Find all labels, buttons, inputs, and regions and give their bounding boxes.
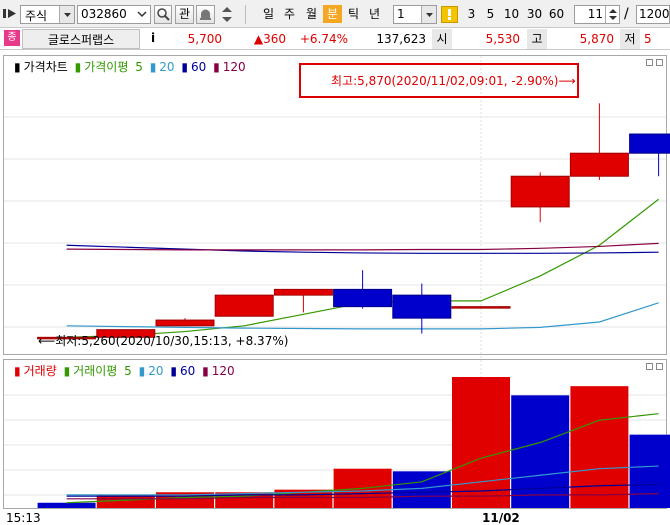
volume-ma-title: 거래이평 <box>73 364 118 378</box>
interval-60-button[interactable]: 60 <box>546 5 567 23</box>
volume-ma-5: 5 <box>124 364 132 378</box>
bell-icon <box>200 9 211 20</box>
interval-value: 1 <box>397 7 405 21</box>
volume-legend-title: 거래량 <box>23 364 57 378</box>
period-day[interactable]: 일 <box>259 5 278 23</box>
chevron-down-icon[interactable] <box>421 6 436 23</box>
interval-10-button[interactable]: 10 <box>501 5 522 23</box>
open-label: 시 <box>432 29 452 49</box>
search-button[interactable] <box>154 5 172 24</box>
interval-3-button[interactable]: 3 <box>462 5 481 23</box>
price-ma-60: 60 <box>191 60 207 74</box>
price-chart-panel[interactable]: ▮ 가격차트 ▮ 가격이평 5 ▮ 20 ▮ 60 ▮ 120 <box>3 55 667 355</box>
period-week[interactable]: 주 <box>280 5 299 23</box>
price-change-pct: +6.74% <box>299 32 348 46</box>
market-select-value: 주식 <box>25 9 48 23</box>
period-minute[interactable]: 분 <box>323 5 342 23</box>
updown-stepper[interactable] <box>218 5 236 24</box>
chevron-down-icon[interactable] <box>136 6 148 23</box>
total-count-input[interactable]: 1200 <box>636 5 670 24</box>
low-price: 5 <box>644 32 652 46</box>
panel-minimize-icon[interactable] <box>646 363 653 370</box>
price-ma-title: 가격이평 <box>84 60 129 74</box>
market-select[interactable]: 주식 <box>20 5 75 24</box>
watchlist-button[interactable]: 관 <box>175 5 194 24</box>
current-price: 5,700 <box>187 32 222 46</box>
info-mark-icon <box>448 9 451 20</box>
volume-legend: ▮ 거래량 ▮ 거래이평 5 ▮ 20 ▮ 60 ▮ 120 <box>14 364 235 378</box>
volume-ma-20: 20 <box>148 364 164 378</box>
open-price: 5,530 <box>485 32 520 46</box>
price-ma-20: 20 <box>159 60 175 74</box>
period-year[interactable]: 년 <box>365 5 384 23</box>
link-arrow-icon[interactable] <box>3 7 17 20</box>
theme-badge-icon[interactable]: 종 <box>4 30 20 46</box>
volume-ma-120: 120 <box>211 364 235 378</box>
stock-name[interactable]: 글로스퍼랩스 <box>22 29 140 49</box>
interval-5-button[interactable]: 5 <box>481 5 500 23</box>
price-legend: ▮ 가격차트 ▮ 가격이평 5 ▮ 20 ▮ 60 ▮ 120 <box>14 60 246 74</box>
watchlist-label: 관 <box>178 7 191 21</box>
display-count-value: 11 <box>587 7 603 21</box>
chevron-down-icon[interactable] <box>59 6 74 23</box>
toolbar: 주식 032860 관 일 주 월 분 틱 년 1 3 5 10 30 60 1… <box>0 0 670 28</box>
search-icon <box>157 8 170 21</box>
volume-chart-panel[interactable]: ▮ 거래량 ▮ 거래이평 5 ▮ 20 ▮ 60 ▮ 120 <box>3 359 667 509</box>
total-count-value: 1200 <box>639 7 670 21</box>
low-label: 저 <box>620 29 640 49</box>
info-button[interactable]: i <box>145 30 161 47</box>
price-change: ▲360 <box>253 32 286 46</box>
price-ma-5: 5 <box>135 60 143 74</box>
period-tick[interactable]: 틱 <box>344 5 363 23</box>
toolbar-divider <box>245 5 246 24</box>
price-ma-120: 120 <box>222 60 246 74</box>
count-stepper[interactable] <box>605 6 619 23</box>
price-legend-title: 가격차트 <box>23 60 68 74</box>
period-month[interactable]: 월 <box>302 5 321 23</box>
x-axis-label-start: 15:13 <box>6 511 41 525</box>
stock-code-value: 032860 <box>81 7 127 21</box>
interval-30-button[interactable]: 30 <box>524 5 545 23</box>
display-count-input[interactable]: 11 <box>574 5 620 24</box>
panel-close-icon[interactable] <box>656 59 663 66</box>
high-price: 5,870 <box>579 32 614 46</box>
high-label: 고 <box>527 29 547 49</box>
interval-select[interactable]: 1 <box>393 5 437 24</box>
volume-total: 137,623 <box>376 32 426 46</box>
panel-minimize-icon[interactable] <box>646 59 653 66</box>
volume-ma-60: 60 <box>179 364 196 378</box>
count-separator: / <box>624 6 629 22</box>
stock-code-input[interactable]: 032860 <box>77 5 151 24</box>
lock-toggle[interactable] <box>441 6 458 23</box>
panel-close-icon[interactable] <box>656 363 663 370</box>
alarm-button[interactable] <box>196 5 215 24</box>
x-axis-label-date: 11/02 <box>482 511 520 525</box>
